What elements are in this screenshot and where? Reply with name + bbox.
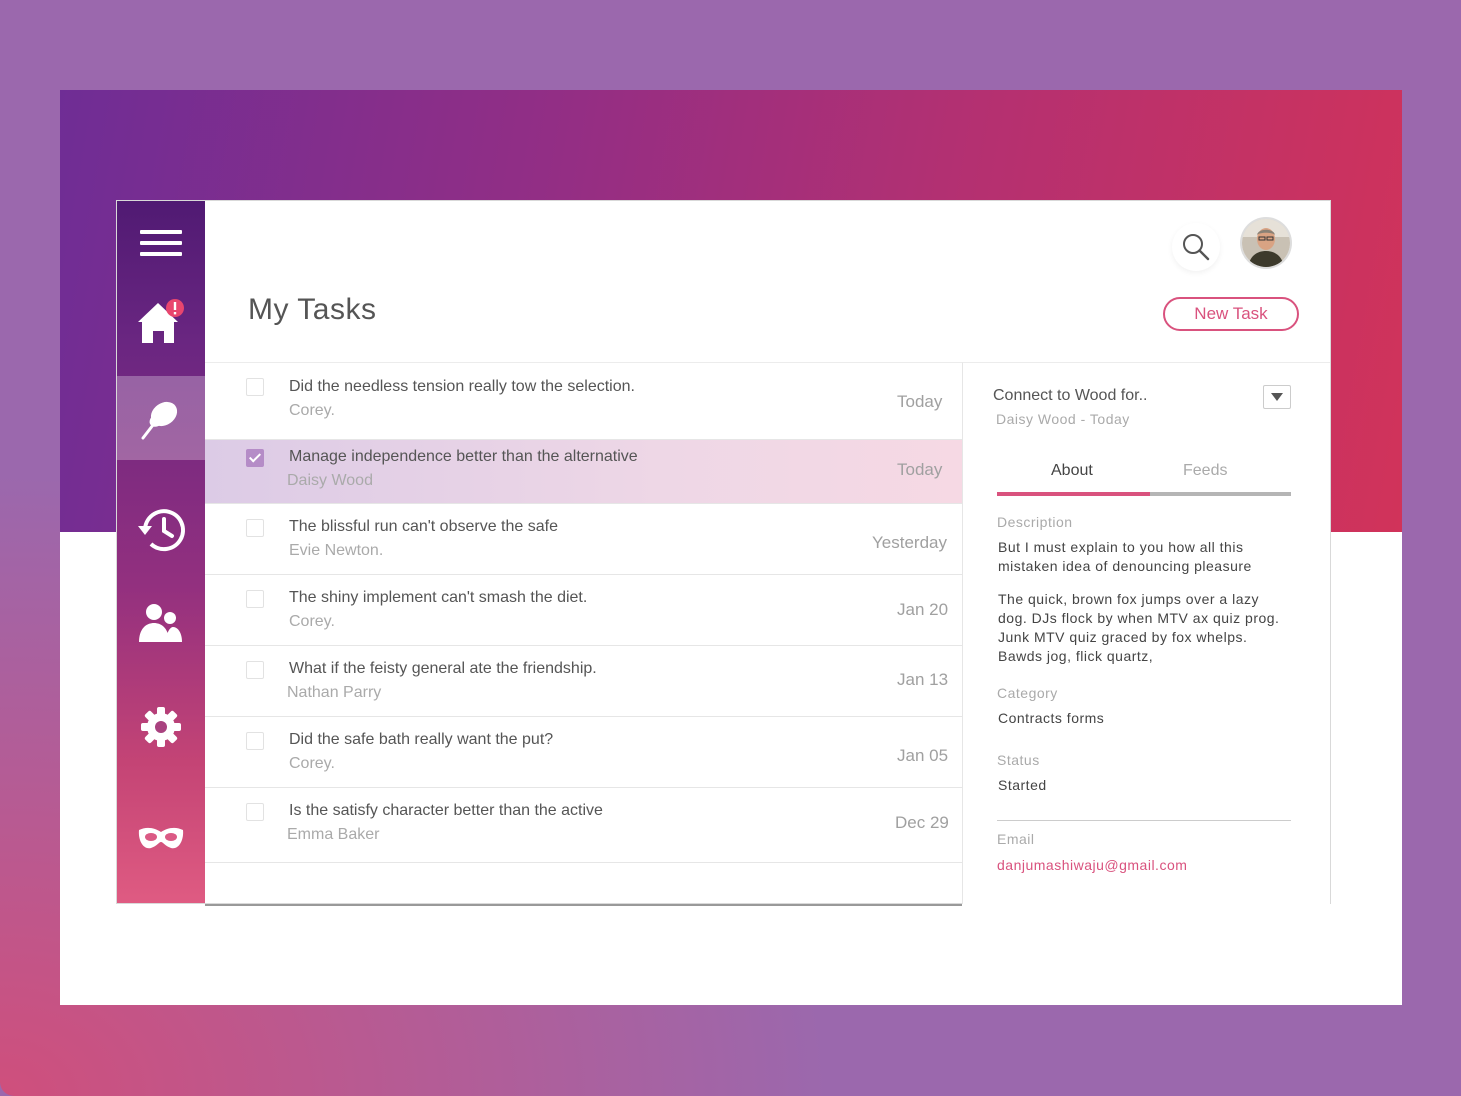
sidebar xyxy=(117,201,205,903)
task-owner: Corey. xyxy=(289,613,335,630)
task-row[interactable]: Is the satisfy character better than the… xyxy=(205,788,962,863)
status-label: Status xyxy=(997,752,1040,768)
task-row[interactable]: Did the needless tension really tow the … xyxy=(205,363,962,440)
sidebar-item-home[interactable] xyxy=(117,279,205,363)
users-icon xyxy=(139,604,182,642)
task-row[interactable]: The blissful run can't observe the safe … xyxy=(205,504,962,575)
task-title: The blissful run can't observe the safe xyxy=(289,518,558,535)
chevron-down-icon xyxy=(1271,393,1283,401)
detail-title: Connect to Wood for.. xyxy=(993,387,1148,404)
tab-about-indicator xyxy=(997,492,1150,496)
status-value: Started xyxy=(998,777,1047,793)
task-checkbox[interactable] xyxy=(246,803,264,821)
task-checkbox[interactable] xyxy=(246,590,264,608)
task-owner: Corey. xyxy=(289,402,335,419)
email-link[interactable]: danjumashiwaju@gmail.com xyxy=(997,857,1187,873)
sidebar-item-history[interactable] xyxy=(117,488,205,572)
sidebar-item-pinned[interactable] xyxy=(117,376,205,460)
task-title: What if the feisty general ate the frien… xyxy=(289,660,597,677)
description-text: But I must explain to you how all this m… xyxy=(998,539,1252,574)
task-owner: Daisy Wood xyxy=(287,472,373,489)
search-button[interactable] xyxy=(1172,223,1220,271)
detail-subtitle: Daisy Wood - Today xyxy=(996,411,1130,427)
tab-feeds-indicator xyxy=(1150,492,1291,496)
home-icon xyxy=(138,299,184,343)
category-label: Category xyxy=(997,685,1058,701)
task-owner: Nathan Parry xyxy=(287,684,382,701)
task-list: Did the needless tension really tow the … xyxy=(205,362,962,906)
task-owner: Emma Baker xyxy=(287,826,380,843)
menu-icon xyxy=(140,230,182,256)
task-title: Is the satisfy character better than the… xyxy=(289,802,603,819)
task-date: Jan 13 xyxy=(897,670,949,689)
task-row[interactable]: The shiny implement can't smash the diet… xyxy=(205,575,962,646)
avatar-image xyxy=(1242,219,1290,267)
app-window: My Tasks New Task Did the needless tensi… xyxy=(117,201,1330,906)
task-row[interactable]: Did the safe bath really want the put? C… xyxy=(205,717,962,788)
task-row[interactable]: What if the feisty general ate the frien… xyxy=(205,646,962,717)
sidebar-item-settings[interactable] xyxy=(117,685,205,769)
detail-divider xyxy=(997,820,1291,821)
task-date: Today xyxy=(897,392,943,411)
task-date: Yesterday xyxy=(872,533,947,552)
sidebar-item-incognito[interactable] xyxy=(117,797,205,881)
task-checkbox[interactable] xyxy=(246,732,264,750)
search-icon xyxy=(1183,234,1210,261)
sidebar-menu-button[interactable] xyxy=(117,201,205,285)
page-title: My Tasks xyxy=(248,293,377,326)
email-label: Email xyxy=(997,831,1035,847)
task-date: Dec 29 xyxy=(895,813,949,832)
gear-icon xyxy=(141,707,181,747)
pin-icon xyxy=(141,401,178,440)
task-detail-panel: Connect to Wood for.. Daisy Wood - Today… xyxy=(962,362,1330,904)
category-value: Contracts forms xyxy=(998,710,1105,726)
task-title: The shiny implement can't smash the diet… xyxy=(289,589,588,606)
task-checkbox[interactable] xyxy=(246,378,264,396)
task-date: Jan 20 xyxy=(897,600,949,619)
task-owner: Corey. xyxy=(289,755,335,772)
sidebar-item-people[interactable] xyxy=(117,581,205,665)
task-checkbox[interactable] xyxy=(246,519,264,537)
frame: My Tasks New Task Did the needless tensi… xyxy=(60,90,1402,1005)
task-row-selected[interactable]: Manage independence better than the alte… xyxy=(205,440,962,504)
history-icon xyxy=(138,509,185,552)
task-title: Did the safe bath really want the put? xyxy=(289,731,554,748)
task-owner: Evie Newton. xyxy=(289,542,384,559)
task-checkbox-checked[interactable] xyxy=(246,449,264,467)
description-label: Description xyxy=(997,514,1073,530)
detail-dropdown-button[interactable] xyxy=(1263,385,1291,409)
task-checkbox[interactable] xyxy=(246,661,264,679)
avatar[interactable] xyxy=(1242,219,1290,267)
task-title: Manage independence better than the alte… xyxy=(289,448,638,465)
description-text-secondary: The quick, brown fox jumps over a lazy d… xyxy=(998,591,1280,664)
task-date: Jan 05 xyxy=(897,746,949,765)
task-date: Today xyxy=(897,460,943,479)
mask-icon xyxy=(138,827,184,849)
tab-feeds[interactable]: Feeds xyxy=(1183,462,1227,480)
new-task-button[interactable]: New Task xyxy=(1163,297,1299,331)
task-title: Did the needless tension really tow the … xyxy=(289,378,635,395)
tab-about[interactable]: About xyxy=(1051,462,1093,480)
